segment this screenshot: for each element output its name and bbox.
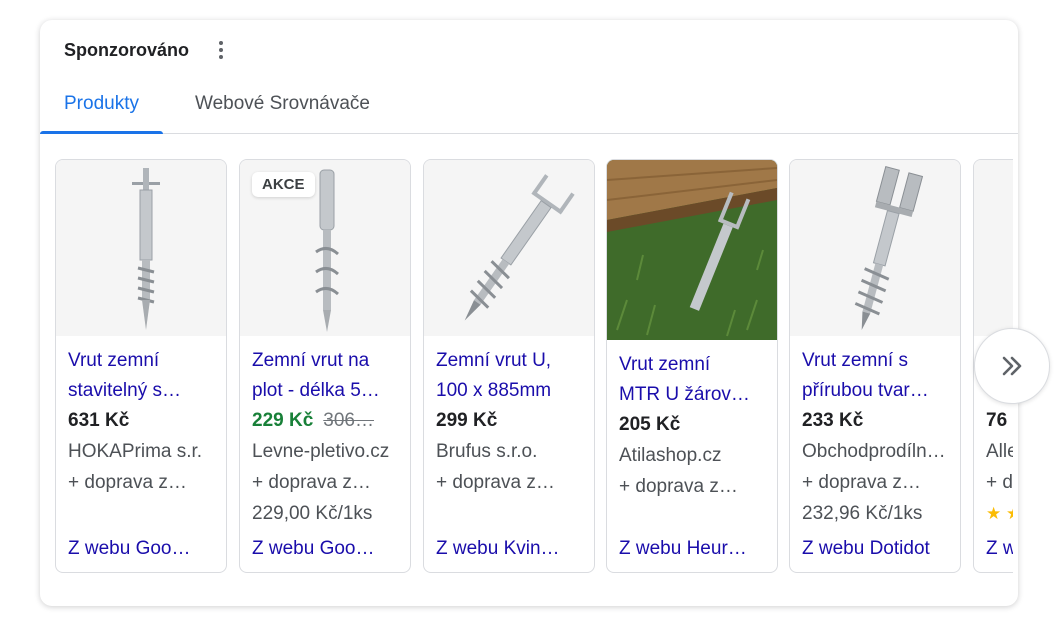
product-title-line[interactable]: stavitelný s… (68, 376, 218, 406)
tab-bar: Produkty Webové Srovnávače (40, 82, 1018, 134)
product-card[interactable]: AKCE Zemní vrut na plot - délka 5… 229 K… (239, 159, 411, 573)
sale-badge: AKCE (252, 172, 315, 197)
product-unit-price: 232,96 Kč/1ks (802, 503, 923, 524)
product-source-link[interactable]: Z webu Goo… (68, 534, 218, 564)
product-price: 631 Kč (68, 410, 130, 431)
tab-srovnavace[interactable]: Webové Srovnávače (171, 82, 394, 133)
product-image (607, 160, 777, 340)
product-price: 229 Kč (252, 410, 314, 431)
panel-title: Sponzorováno (64, 39, 189, 60)
product-price: 299 Kč (436, 410, 498, 431)
product-price: 76 (986, 410, 1008, 431)
rating-stars: ★ ★ (986, 504, 1013, 523)
product-source-link[interactable]: Z webu Heur… (619, 534, 769, 564)
product-title-line[interactable]: přírubou tvar… (802, 376, 952, 406)
product-shipping: + doprava z… (252, 472, 371, 493)
carousel-next-button[interactable] (974, 328, 1050, 404)
product-title-line[interactable]: Zemní vrut na (252, 346, 402, 376)
product-price: 205 Kč (619, 414, 681, 435)
product-title[interactable]: Vrut zemní stavitelný s… (68, 346, 218, 406)
product-title[interactable]: Zemní vrut na plot - délka 5… (252, 346, 402, 406)
product-unit-price: 229,00 Kč/1ks (252, 503, 373, 524)
product-image (424, 160, 594, 336)
product-card[interactable]: Vrut zemní s přírubou tvar… 233 Kč Obcho… (789, 159, 961, 573)
product-title-line[interactable]: plot - délka 5… (252, 376, 402, 406)
product-title-line[interactable]: MTR U žárov… (619, 380, 769, 410)
product-image (790, 160, 960, 336)
product-title-line[interactable]: Vrut zemní s (802, 346, 952, 376)
product-seller: Brufus s.r.o. (436, 441, 538, 462)
product-shipping: + d (986, 472, 1013, 493)
product-title-line[interactable]: Vrut zemní (619, 350, 769, 380)
product-seller: Alle (986, 441, 1013, 462)
product-title-line[interactable]: Zemní vrut U, (436, 346, 586, 376)
product-seller: Atilashop.cz (619, 445, 722, 466)
product-shipping: + doprava z… (436, 472, 555, 493)
more-vert-icon[interactable] (213, 38, 229, 62)
product-image: AKCE (240, 160, 410, 336)
double-chevron-right-icon (1002, 356, 1022, 376)
product-card[interactable]: Zemní vrut U, 100 x 885mm 299 Kč Brufus … (423, 159, 595, 573)
product-image (974, 160, 1013, 336)
panel-header: Sponzorováno (64, 38, 229, 62)
sponsored-products-panel: Sponzorováno Produkty Webové Srovnávače (40, 20, 1018, 606)
product-card[interactable]: Vrut zemní stavitelný s… 631 Kč HOKAPrim… (55, 159, 227, 573)
product-price: 233 Kč (802, 410, 864, 431)
product-shipping: + doprava z… (68, 472, 187, 493)
product-source-link[interactable]: Z webu Goo… (252, 534, 402, 564)
product-shipping: + doprava z… (619, 476, 738, 497)
product-source-link[interactable]: Z webu Kvin… (436, 534, 586, 564)
product-shipping: + doprava z… (802, 472, 921, 493)
product-seller: Obchodprodíln… (802, 441, 946, 462)
product-seller: Levne-pletivo.cz (252, 441, 390, 462)
product-old-price: 306… (323, 410, 374, 431)
product-source-link[interactable]: Z w (986, 534, 1013, 564)
product-title[interactable]: Zemní vrut U, 100 x 885mm (436, 346, 586, 406)
product-price-row: 229 Kč 306… (252, 406, 402, 436)
product-source-link[interactable]: Z webu Dotidot (802, 534, 952, 564)
product-image (56, 160, 226, 336)
product-title[interactable]: Vrut zemní s přírubou tvar… (802, 346, 952, 406)
product-card[interactable]: Vrut zemní MTR U žárov… 205 Kč Atilashop… (606, 159, 778, 573)
product-title-line[interactable]: 100 x 885mm (436, 376, 586, 406)
product-title[interactable]: Vrut zemní MTR U žárov… (619, 350, 769, 410)
product-title-line[interactable]: Vrut zemní (68, 346, 218, 376)
tab-produkty[interactable]: Produkty (40, 82, 163, 134)
product-carousel: Vrut zemní stavitelný s… 631 Kč HOKAPrim… (55, 159, 1013, 573)
product-seller: HOKAPrima s.r. (68, 441, 203, 462)
